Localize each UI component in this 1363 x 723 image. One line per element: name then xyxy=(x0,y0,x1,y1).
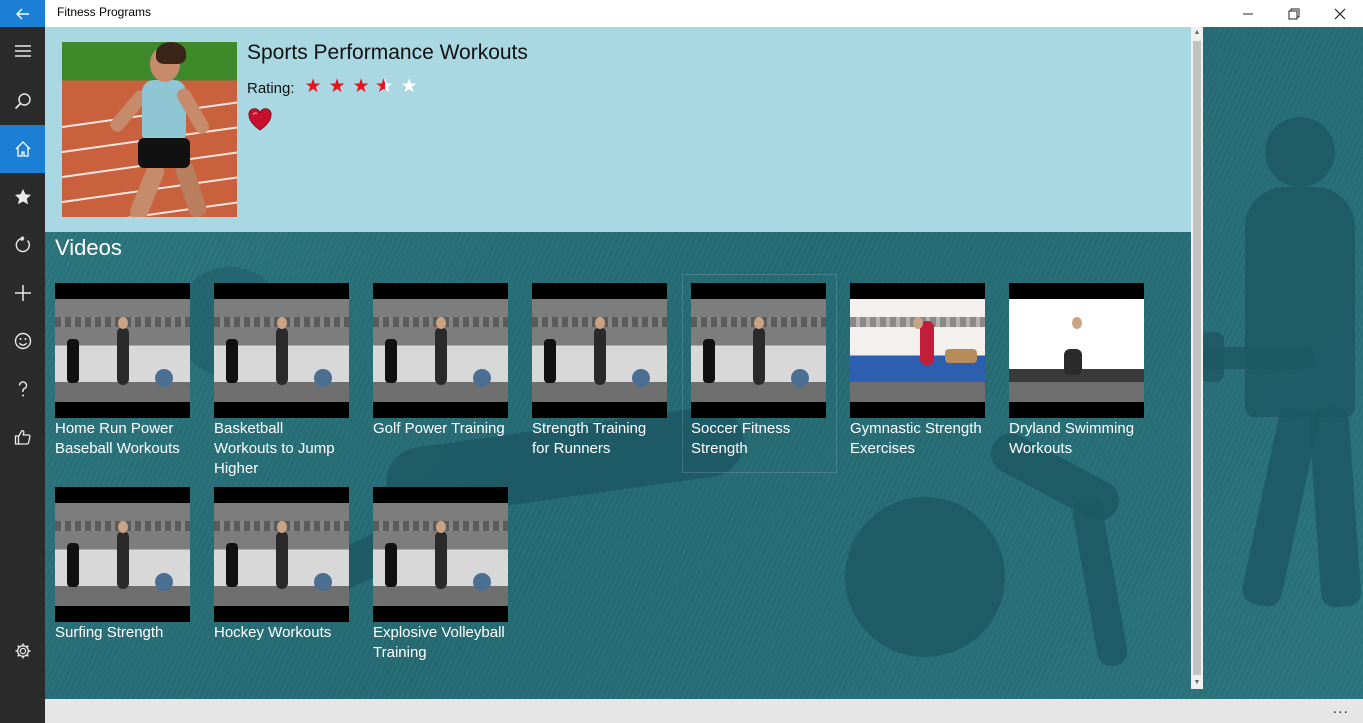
scroll-down-button[interactable]: ▼ xyxy=(1191,677,1203,689)
minimize-button[interactable] xyxy=(1225,0,1271,27)
video-title[interactable]: Strength Training for Runners xyxy=(532,419,667,459)
video-tile[interactable]: Soccer Fitness Strength xyxy=(682,274,837,473)
video-tile[interactable]: Explosive Volleyball Training xyxy=(373,487,508,663)
video-thumbnail[interactable] xyxy=(691,283,826,418)
rating-star[interactable]: ★ xyxy=(375,77,395,98)
rating-star[interactable]: ★ xyxy=(399,77,419,97)
help-icon xyxy=(18,381,27,397)
nav-favorites-button[interactable] xyxy=(0,173,45,221)
home-icon xyxy=(15,141,30,157)
app-title: Fitness Programs xyxy=(57,5,152,19)
bottom-app-bar: ... xyxy=(45,699,1363,723)
scroll-up-button[interactable]: ▲ xyxy=(1191,27,1203,39)
video-title[interactable]: Dryland Swimming Workouts xyxy=(1009,419,1144,459)
nav-settings-button[interactable] xyxy=(0,627,45,675)
heart-icon[interactable] xyxy=(247,107,273,133)
program-hero-image xyxy=(62,42,237,217)
nav-menu-button[interactable] xyxy=(0,27,45,75)
restore-icon xyxy=(1288,8,1300,19)
smiley-icon xyxy=(14,332,31,350)
refresh-icon xyxy=(15,236,30,253)
video-thumbnail[interactable] xyxy=(532,283,667,418)
video-tile[interactable]: Basketball Workouts to Jump Higher xyxy=(214,283,349,479)
video-tile[interactable]: Surfing Strength xyxy=(55,487,190,643)
nav-like-button[interactable] xyxy=(0,413,45,461)
nav-feedback-button[interactable] xyxy=(0,317,45,365)
video-tile[interactable]: Dryland Swimming Workouts xyxy=(1009,283,1144,459)
nav-pane xyxy=(0,27,45,723)
rating-star[interactable]: ★ xyxy=(351,77,371,97)
title-bar: Fitness Programs xyxy=(0,0,1363,27)
video-title[interactable]: Golf Power Training xyxy=(373,419,508,439)
video-thumbnail[interactable] xyxy=(373,487,508,622)
rating-stars[interactable]: ★ ★ ★ ★ ★ xyxy=(303,77,419,98)
video-thumbnail[interactable] xyxy=(214,283,349,418)
nav-home-button[interactable] xyxy=(0,125,45,173)
video-thumbnail[interactable] xyxy=(373,283,508,418)
video-thumbnail[interactable] xyxy=(55,487,190,622)
page-title: Sports Performance Workouts xyxy=(247,41,528,64)
thumbs-up-icon xyxy=(14,429,31,445)
close-button[interactable] xyxy=(1317,0,1363,27)
video-tile[interactable]: Hockey Workouts xyxy=(214,487,349,643)
nav-refresh-button[interactable] xyxy=(0,221,45,269)
restore-button[interactable] xyxy=(1271,0,1317,27)
video-title[interactable]: Home Run Power Baseball Workouts xyxy=(55,419,190,459)
video-title[interactable]: Gymnastic Strength Exercises xyxy=(850,419,985,459)
rating-star[interactable]: ★ xyxy=(327,77,347,97)
nav-add-button[interactable] xyxy=(0,269,45,317)
video-thumbnail[interactable] xyxy=(55,283,190,418)
nav-help-button[interactable] xyxy=(0,365,45,413)
video-thumbnail[interactable] xyxy=(214,487,349,622)
plus-icon xyxy=(14,285,31,301)
video-title[interactable]: Surfing Strength xyxy=(55,623,190,643)
scroll-thumb[interactable] xyxy=(1193,41,1201,675)
back-button[interactable] xyxy=(0,0,45,27)
video-thumbnail[interactable] xyxy=(850,283,985,418)
search-icon xyxy=(14,93,31,110)
rating-label: Rating: xyxy=(247,80,295,97)
video-title[interactable]: Hockey Workouts xyxy=(214,623,349,643)
videos-section-title: Videos xyxy=(55,235,122,260)
gear-icon xyxy=(15,643,30,659)
vertical-scrollbar[interactable]: ▲ ▼ xyxy=(1191,27,1203,689)
video-title[interactable]: Explosive Volleyball Training xyxy=(373,623,508,663)
video-title[interactable]: Soccer Fitness Strength xyxy=(691,419,826,459)
star-icon xyxy=(14,189,31,205)
video-tile[interactable]: Strength Training for Runners xyxy=(532,283,667,459)
video-tile[interactable]: Gymnastic Strength Exercises xyxy=(850,283,985,459)
close-icon xyxy=(1334,8,1346,19)
program-header: Sports Performance Workouts Rating: ★ ★ ★ ★… xyxy=(45,27,1191,232)
video-title[interactable]: Basketball Workouts to Jump Higher xyxy=(214,419,349,479)
video-thumbnail[interactable] xyxy=(1009,283,1144,418)
minimize-icon xyxy=(1243,13,1253,14)
video-tile[interactable]: Golf Power Training xyxy=(373,283,508,439)
nav-search-button[interactable] xyxy=(0,77,45,125)
video-tile[interactable]: Home Run Power Baseball Workouts xyxy=(55,283,190,459)
more-options-button[interactable]: ... xyxy=(1333,699,1349,719)
rating-star[interactable]: ★ xyxy=(303,77,323,97)
hamburger-icon xyxy=(14,45,31,57)
back-arrow-icon xyxy=(15,8,29,19)
